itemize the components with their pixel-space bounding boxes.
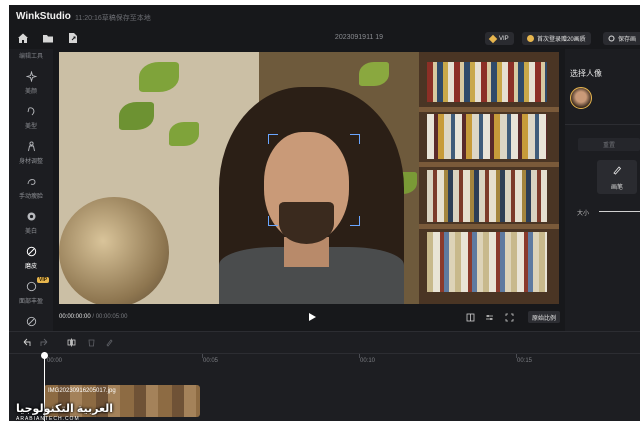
vip-badge: VIP: [37, 277, 50, 283]
undo-icon[interactable]: [22, 338, 31, 347]
app-brand: WinkStudio: [16, 11, 71, 22]
watermark-text: العربية التكنولوجيا: [16, 403, 114, 415]
face-shape-icon: [27, 107, 35, 116]
sidebar-item-face-fill[interactable]: VIP 面部丰盈: [9, 277, 53, 310]
brush-button[interactable]: 画笔: [597, 160, 637, 194]
total-time: / 00:00:05:00: [92, 314, 128, 320]
fullscreen-icon[interactable]: [505, 313, 514, 322]
timeline-toolbar: [9, 332, 640, 352]
sidebar-item-whitening[interactable]: 美白: [9, 207, 53, 240]
properties-panel: 选择人像 重置 画笔 大小: [565, 49, 640, 331]
books-row: [427, 170, 547, 222]
brush-icon: [613, 166, 622, 175]
tick-label: 00:00: [47, 358, 63, 364]
face-detection-box[interactable]: [268, 134, 360, 226]
redo-icon[interactable]: [40, 338, 49, 347]
coin-icon: [527, 35, 534, 42]
compare-icon[interactable]: [466, 313, 475, 322]
plant-leaf: [169, 122, 199, 146]
vip-button[interactable]: VIP: [485, 32, 514, 45]
export-file-icon[interactable]: [67, 32, 79, 44]
sidebar-item-face-shape[interactable]: 美型: [9, 102, 53, 135]
globe: [59, 197, 169, 304]
watermark-subtext: ARABIANTECH.COM: [16, 416, 80, 422]
divider: [565, 124, 640, 125]
aspect-ratio-button[interactable]: 原始比例: [528, 311, 561, 323]
play-button[interactable]: [309, 313, 316, 321]
time-ruler[interactable]: 00:00 00:05 00:10 00:15: [9, 353, 640, 367]
tick-label: 00:10: [360, 358, 376, 364]
more-icon: [26, 316, 37, 327]
save-icon: [608, 35, 615, 42]
panel-title: 选择人像: [570, 69, 602, 78]
promo-button[interactable]: 首次登录赠20画质: [522, 32, 591, 45]
tick-label: 00:05: [203, 358, 219, 364]
size-slider[interactable]: [599, 211, 640, 212]
current-time: 00:00:00:00: [59, 314, 91, 320]
save-button[interactable]: 保存画: [603, 32, 640, 45]
sidebar-header: 编辑工具: [18, 54, 43, 60]
timecode: 00:00:00:00 / 00:00:05:00: [59, 314, 127, 320]
adjust-icon[interactable]: [485, 313, 494, 322]
draft-status: 11:20:16草稿保存至本地: [75, 15, 151, 22]
toolbar: 2023091911 19 VIP 首次登录赠20画质 保存画: [9, 27, 640, 49]
app-window: WinkStudio 11:20:16草稿保存至本地 2023091911 19…: [9, 5, 640, 421]
books-row: [427, 114, 547, 159]
books-row: [427, 62, 547, 102]
whitening-icon: [27, 212, 36, 221]
title-bar: WinkStudio 11:20:16草稿保存至本地: [9, 5, 640, 27]
shelf-board: [419, 107, 559, 112]
plant-leaf: [359, 62, 389, 86]
diamond-icon: [488, 34, 498, 43]
face-fill-icon: [26, 281, 37, 292]
plant-leaf: [139, 62, 179, 92]
portrait-avatar[interactable]: [570, 87, 592, 109]
tool-sidebar: 编辑工具 美颜 美型 身材调整 手动瘦脸 美白 磨皮 VIP 面部丰盈: [9, 49, 53, 331]
tick-label: 00:15: [517, 358, 533, 364]
sidebar-item-smooth-skin[interactable]: 磨皮: [9, 242, 53, 275]
video-preview[interactable]: [59, 52, 559, 304]
folder-icon[interactable]: [42, 32, 54, 44]
watermark-logo: العربية التكنولوجيا ARABIANTECH.COM: [16, 402, 126, 426]
sidebar-item-beauty[interactable]: 美颜: [9, 67, 53, 100]
smooth-skin-icon: [26, 246, 37, 257]
sparkle-icon: [26, 71, 37, 82]
sidebar-item-more[interactable]: [9, 312, 53, 331]
split-icon[interactable]: [67, 338, 76, 347]
shelf-board: [419, 162, 559, 167]
sidebar-item-body[interactable]: 身材调整: [9, 137, 53, 170]
delete-icon[interactable]: [87, 338, 96, 347]
reset-button[interactable]: 重置: [578, 138, 640, 151]
sidebar-item-hand-slim[interactable]: 手动瘦脸: [9, 172, 53, 205]
playback-bar: 00:00:00:00 / 00:00:05:00 原始比例: [53, 306, 565, 328]
edit-icon[interactable]: [105, 338, 114, 347]
hand-slim-icon: [27, 179, 36, 185]
size-label: 大小: [577, 211, 590, 217]
shelf-board: [419, 224, 559, 229]
project-title: 2023091911 19: [334, 34, 384, 41]
home-icon[interactable]: [17, 32, 29, 44]
books-row: [427, 232, 547, 292]
clip-name: IMG20230916205017.jpg: [48, 388, 116, 394]
plant-leaf: [119, 102, 154, 130]
body-icon: [28, 141, 35, 152]
